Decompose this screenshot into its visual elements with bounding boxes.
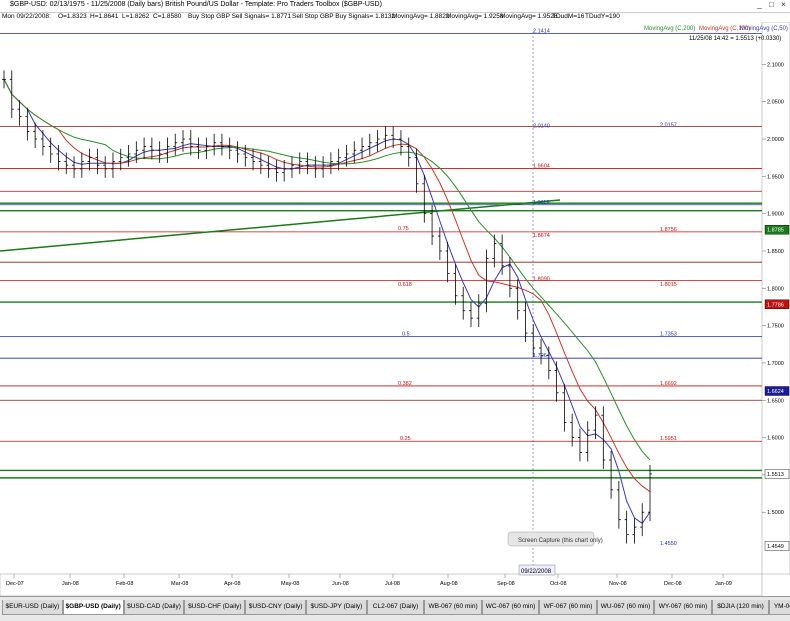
level-label: 1.8756 xyxy=(660,227,677,233)
window-title: $GBP-USD: 02/13/1975 - 11/25/2008 (Daily… xyxy=(10,1,382,8)
level-label: 1.8015 xyxy=(660,282,677,288)
y-tick-label: 1.8000 xyxy=(767,286,784,292)
level-label: 2.0140 xyxy=(533,124,550,130)
y-tick-label: 1.6000 xyxy=(767,436,784,442)
info-open: O=1.8323 xyxy=(58,13,87,20)
y-tick-label: 2.0500 xyxy=(767,100,784,106)
x-tick-label: Sep-08 xyxy=(497,581,515,587)
workspace-tab[interactable]: CL2-067 (Daily) xyxy=(366,600,425,615)
x-tick-label: Apr-08 xyxy=(224,581,241,587)
workspace-tab[interactable]: WU-067 (60 min) xyxy=(596,600,655,615)
level-label: 2.1414 xyxy=(533,28,550,34)
level-label: 1.5951 xyxy=(660,436,677,442)
price-chart[interactable]: MovingAvg (C,200) MovingAvg (C,100) Movi… xyxy=(0,22,790,596)
workspace-tab[interactable]: $USD-CAD (Daily) xyxy=(123,600,185,615)
info-close: C=1.8580 xyxy=(153,13,182,20)
workspace-tab[interactable]: $EUR-USD (Daily) xyxy=(2,600,63,615)
info-date: Mon 09/22/2008: xyxy=(2,13,51,20)
y-tick-label: 1.7500 xyxy=(767,324,784,330)
y-tick-label: 1.5000 xyxy=(767,510,784,516)
level-label: 0.382 xyxy=(398,381,412,387)
y-tick-label: 2.0000 xyxy=(767,137,784,143)
y-tick-label: 1.7000 xyxy=(767,361,784,367)
x-tick-label: Jan-08 xyxy=(62,581,79,587)
level-label: 1.8090 xyxy=(533,277,550,283)
x-tick-label: Nov-08 xyxy=(609,581,627,587)
info-sell-stop: Sell Stop GBP Buy Signals= 1.8132 xyxy=(292,13,396,20)
workspace-tab[interactable]: WF-067 (60 min) xyxy=(539,600,597,615)
x-tick-label: Mar-08 xyxy=(171,581,188,587)
info-ma2: MovingAvg= 1.9258 xyxy=(446,13,504,20)
price-marker-label: 1.5513 xyxy=(767,472,784,478)
level-label: 1.4550 xyxy=(660,541,677,547)
info-ma1: MovingAvg= 1.8822 xyxy=(392,13,450,20)
price-marker-label: 1.6624 xyxy=(767,389,784,395)
minimize-button[interactable]: _ xyxy=(755,0,764,10)
close-button[interactable]: × xyxy=(779,0,788,10)
y-tick-label: 1.9000 xyxy=(767,212,784,218)
level-label: 1.6692 xyxy=(660,381,677,387)
x-tick-label: May-08 xyxy=(281,581,299,587)
workspace-tab[interactable]: WY-067 (60 min) xyxy=(654,600,712,615)
info-ma3: MovingAvg= 1.9528 xyxy=(500,13,558,20)
info-buy-stop: Buy Stop GBP Sell Signals= 1.8771 xyxy=(188,13,292,20)
level-label: 0.25 xyxy=(400,436,411,442)
price-marker-label: 1.8785 xyxy=(767,228,784,234)
time-axis xyxy=(0,573,763,596)
status-readout: 11/25/08 14:42 = 1.5513 (+0.0330) xyxy=(689,36,781,42)
level-label: 0.618 xyxy=(398,282,412,288)
x-tick-label: Feb-08 xyxy=(116,581,133,587)
x-tick-label: Aug-08 xyxy=(440,581,458,587)
workspace-tab[interactable]: WC-067 (60 min) xyxy=(481,600,540,615)
plot-area[interactable] xyxy=(0,22,762,574)
x-tick-label: Jun-08 xyxy=(332,581,349,587)
workspace-tab[interactable]: $USD-CNY (Daily) xyxy=(245,600,306,615)
y-tick-label: 1.9500 xyxy=(767,174,784,180)
x-tick-label: Jul-08 xyxy=(385,581,400,587)
cursor-date: 09/22/2008 xyxy=(521,569,552,575)
workspace-tab[interactable]: $USD-CHF (Daily) xyxy=(184,600,246,615)
level-label: 1.7064 xyxy=(533,353,550,359)
workspace-tab[interactable]: $USD-JPY (Daily) xyxy=(306,600,367,615)
workspace-tab[interactable]: YM-067 (60 min) xyxy=(769,600,790,615)
info-low: L=1.8262 xyxy=(122,13,150,20)
level-label: 1.7353 xyxy=(660,332,677,338)
price-marker-label: 1.4549 xyxy=(767,544,784,550)
data-window-bar: Mon 09/22/2008: O=1.8323 H=1.8641 L=1.82… xyxy=(0,12,790,22)
screen-capture-text: Screen Capture (this chart only) xyxy=(518,538,603,544)
level-label: 1.9119 xyxy=(533,200,549,206)
x-tick-label: Jan-09 xyxy=(715,581,732,587)
workspace-tab[interactable]: $DJIA (120 min) xyxy=(711,600,770,615)
window-controls: _ □ × xyxy=(755,0,788,10)
x-tick-label: Dec-07 xyxy=(6,581,24,587)
info-high: H=1.8641 xyxy=(90,13,119,20)
x-tick-label: Dec-08 xyxy=(664,581,682,587)
x-tick-label: Oct-08 xyxy=(550,581,567,587)
level-label: 1.8674 xyxy=(533,233,550,239)
y-tick-label: 1.8500 xyxy=(767,249,784,255)
workspace-tabs: $EUR-USD (Daily) $GBP-USD (Daily) $USD-CAD… xyxy=(0,596,790,621)
level-label: 0.5 xyxy=(402,332,410,338)
level-label: 2.0157 xyxy=(660,122,677,128)
info-tdudm: TDudM=16 xyxy=(552,13,585,20)
price-marker-label: 1.7786 xyxy=(767,302,784,308)
workspace-tab[interactable]: $GBP-USD (Daily) xyxy=(62,600,124,615)
workspace-tab[interactable]: WB-067 (60 min) xyxy=(424,600,482,615)
legend-ma50: MovingAvg (C,50) xyxy=(740,26,788,32)
info-tdudy: TDudY=190 xyxy=(585,13,620,20)
legend-ma200: MovingAvg (C,200) xyxy=(644,26,695,32)
y-tick-label: 1.6500 xyxy=(767,398,784,404)
level-label: 1.9604 xyxy=(533,164,550,170)
y-tick-label: 2.1000 xyxy=(767,62,784,68)
maximize-button[interactable]: □ xyxy=(767,0,776,10)
level-label: 0.75 xyxy=(398,226,409,232)
